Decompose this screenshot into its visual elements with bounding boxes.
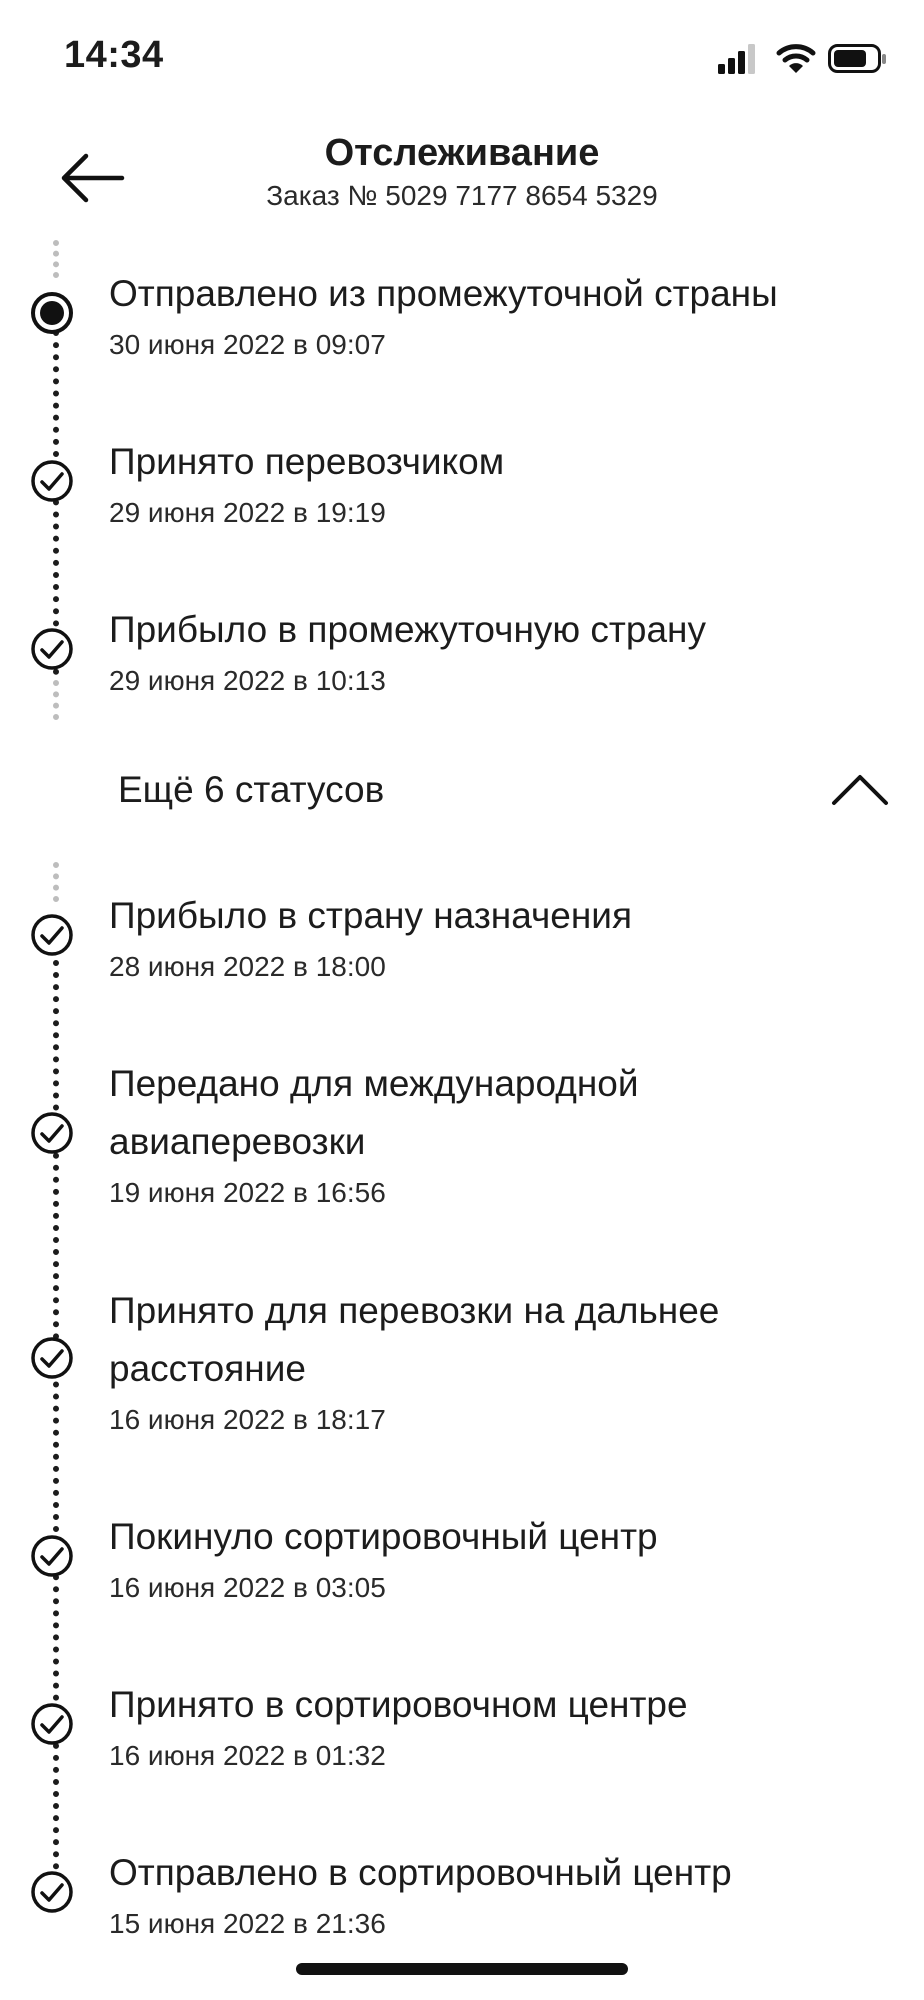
status-item: Передано для международной авиаперевозки… xyxy=(0,1055,924,1225)
status-date: 15 июня 2022 в 21:36 xyxy=(109,1908,386,1939)
status-item: Принято в сортировочном центре 16 июня 2… xyxy=(0,1676,924,1786)
status-title: Покинуло сортировочный центр xyxy=(109,1516,658,1557)
status-title: Принято для перевозки на дальнее расстоя… xyxy=(109,1290,720,1389)
status-date: 16 июня 2022 в 01:32 xyxy=(109,1740,386,1771)
status-title: Прибыло в страну назначения xyxy=(109,895,632,936)
status-item: Принято для перевозки на дальнее расстоя… xyxy=(0,1282,924,1452)
status-date: 16 июня 2022 в 18:17 xyxy=(109,1404,386,1435)
check-circle-icon xyxy=(31,1871,73,1913)
check-circle-icon xyxy=(31,914,73,956)
check-circle-icon xyxy=(31,1112,73,1154)
check-circle-icon xyxy=(31,1337,73,1379)
status-title: Отправлено в сортировочный центр xyxy=(109,1852,732,1893)
status-title: Передано для международной авиаперевозки xyxy=(109,1063,639,1162)
status-date: 19 июня 2022 в 16:56 xyxy=(109,1177,386,1208)
older-status-timeline: Прибыло в страну назначения 28 июня 2022… xyxy=(0,0,924,1960)
check-circle-icon xyxy=(31,1535,73,1577)
status-item: Отправлено в сортировочный центр 15 июня… xyxy=(0,1844,924,1954)
home-indicator[interactable] xyxy=(296,1963,628,1975)
status-title: Принято в сортировочном центре xyxy=(109,1684,688,1725)
status-date: 16 июня 2022 в 03:05 xyxy=(109,1572,386,1603)
status-item: Прибыло в страну назначения 28 июня 2022… xyxy=(0,887,924,997)
status-item: Покинуло сортировочный центр 16 июня 202… xyxy=(0,1508,924,1618)
status-date: 28 июня 2022 в 18:00 xyxy=(109,951,386,982)
check-circle-icon xyxy=(31,1703,73,1745)
